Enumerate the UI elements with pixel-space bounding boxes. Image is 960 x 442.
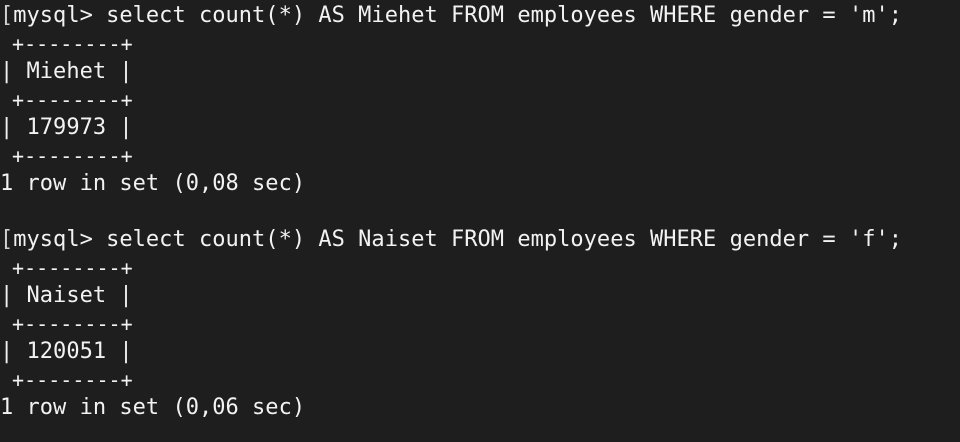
table-header-miehet: | Miehet | xyxy=(0,59,133,84)
table-border-mid-2: +--------+ xyxy=(0,312,133,336)
mysql-command-naiset: mysql> select count(*) AS Naiset FROM em… xyxy=(13,227,903,252)
table-header-naiset: | Naiset | xyxy=(0,283,133,308)
table-border-bottom-2: +--------+ xyxy=(0,368,133,392)
mysql-command-miehet: mysql> select count(*) AS Miehet FROM em… xyxy=(13,3,903,28)
table-row-naiset-value: | 120051 | xyxy=(0,339,133,364)
prompt-bracket: [ xyxy=(0,227,14,252)
result-status-1: 1 row in set (0,08 sec) xyxy=(0,171,306,196)
table-border-top-2: +--------+ xyxy=(0,256,133,280)
terminal-window[interactable]: [mysql> select count(*) AS Miehet FROM e… xyxy=(0,0,960,442)
table-border-bottom: +--------+ xyxy=(0,144,133,168)
table-row-miehet-value: | 179973 | xyxy=(0,115,133,140)
result-status-2: 1 row in set (0,06 sec) xyxy=(0,395,306,420)
table-border-top: +--------+ xyxy=(0,32,133,56)
command-line-1: [mysql> select count(*) AS Miehet FROM e… xyxy=(0,2,960,30)
table-border-mid: +--------+ xyxy=(0,88,133,112)
command-line-2: [mysql> select count(*) AS Naiset FROM e… xyxy=(0,226,960,254)
prompt-bracket: [ xyxy=(0,3,14,28)
